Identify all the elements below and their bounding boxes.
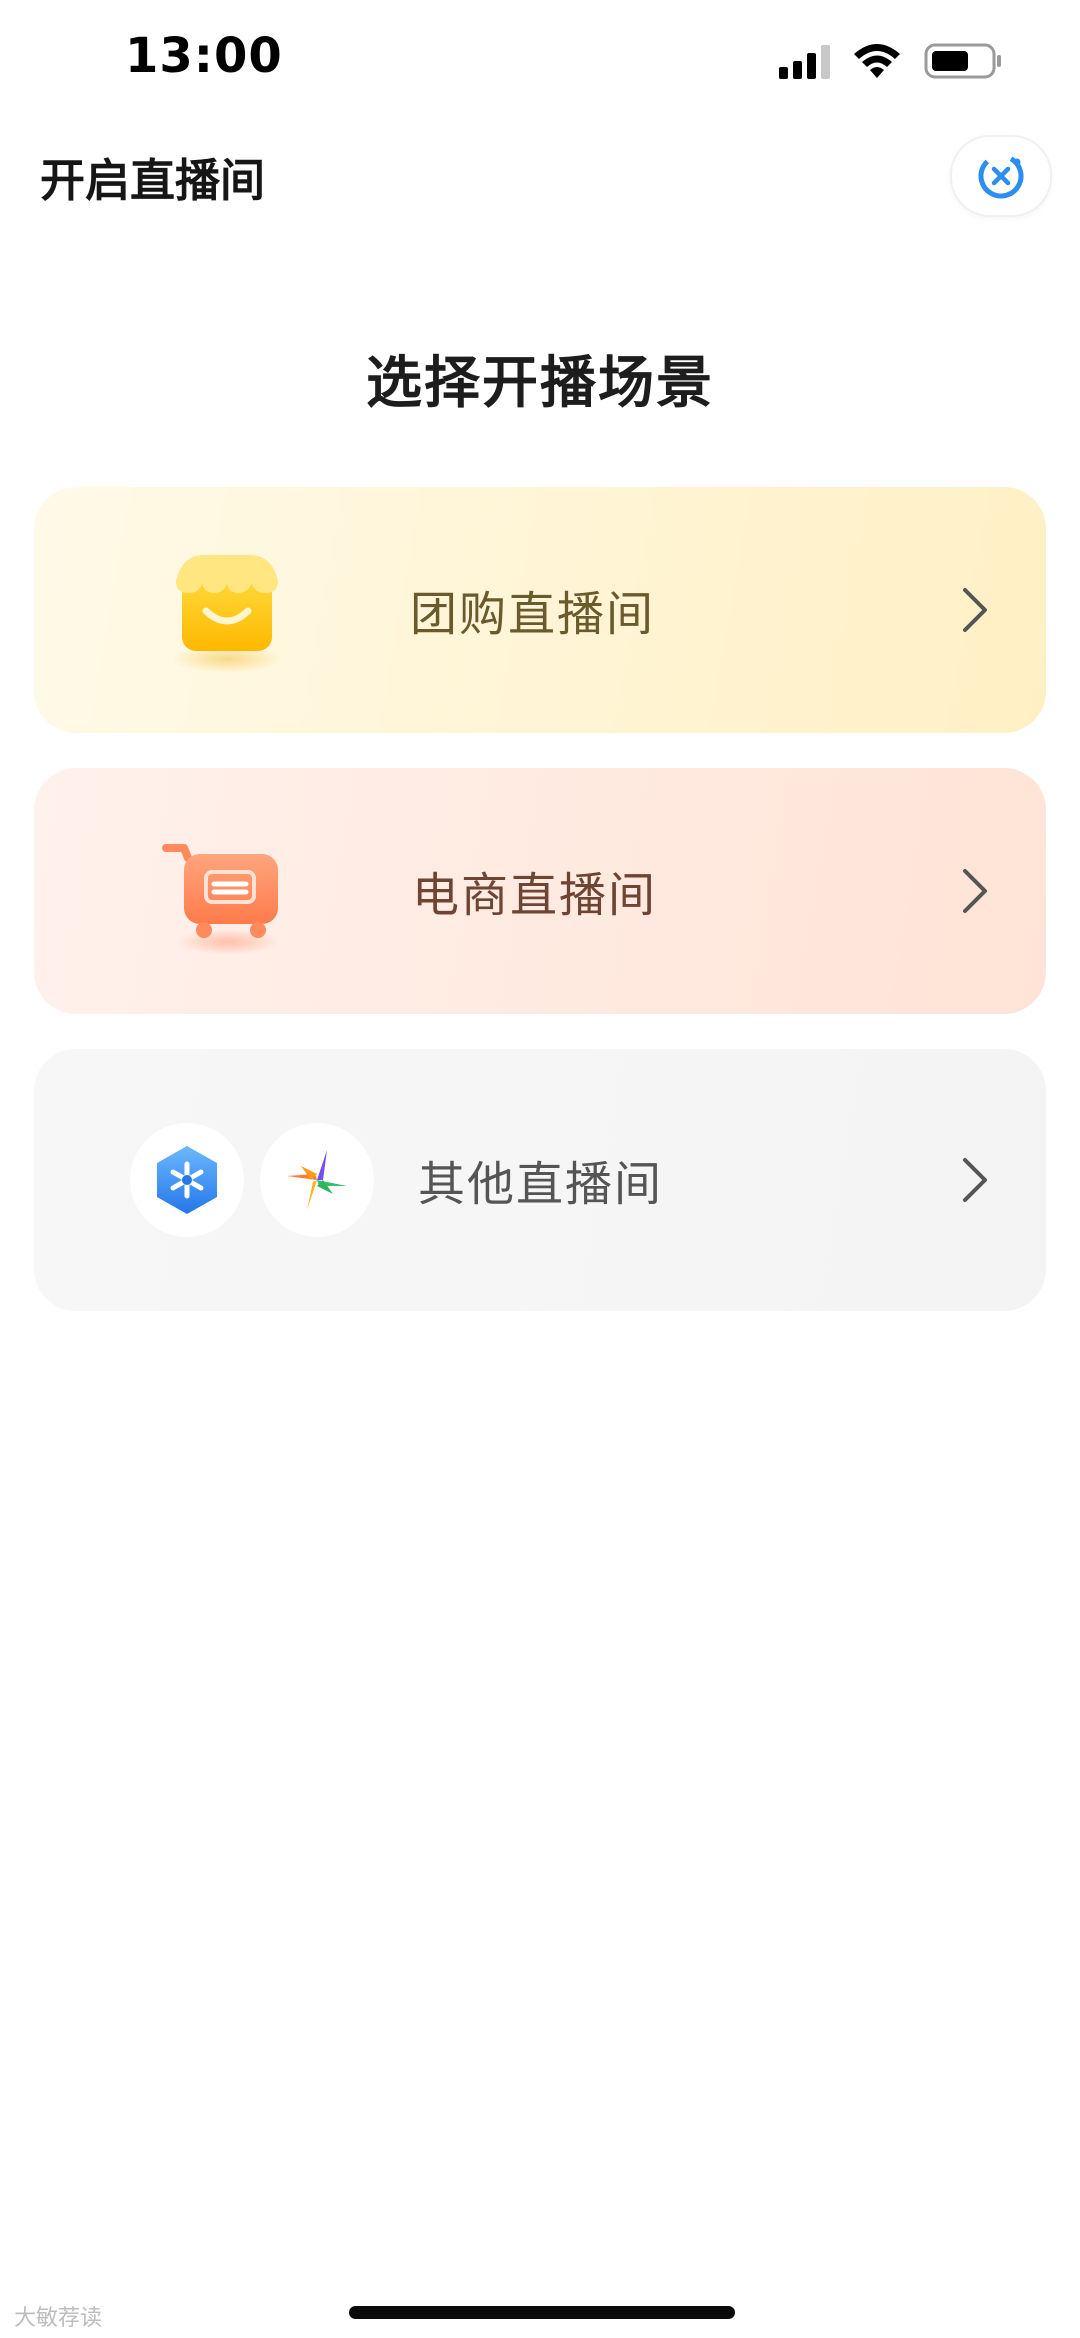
wifi-icon xyxy=(854,44,900,78)
close-circle-icon xyxy=(978,153,1024,199)
pinwheel-app-badge xyxy=(260,1123,374,1237)
signal-icon xyxy=(779,43,830,79)
chevron-right-icon xyxy=(963,588,987,632)
card-ecommerce-label: 电商直播间 xyxy=(412,868,657,924)
chevron-right-icon xyxy=(963,869,987,913)
shopping-cart-icon xyxy=(162,844,280,955)
section-heading: 选择开播场景 xyxy=(366,351,714,416)
chevron-right-icon xyxy=(963,1158,987,1202)
close-button[interactable] xyxy=(950,135,1052,217)
header: 开启直播间 xyxy=(0,130,1080,230)
status-time: 13:00 xyxy=(125,28,283,84)
card-groupbuy-label: 团购直播间 xyxy=(410,587,655,643)
watermark: 大敏荐读 xyxy=(14,2306,103,2331)
status-icons xyxy=(779,42,1004,80)
card-other-label: 其他直播间 xyxy=(418,1157,663,1213)
screen: 13:00 开启直播间 选择开播场景 团购直播间 电商直播间 其他直播间 大敏荐… xyxy=(0,0,1080,2338)
battery-icon xyxy=(924,43,1001,79)
snowflake-app-badge xyxy=(130,1123,244,1237)
store-icon xyxy=(172,555,282,673)
card-other-live[interactable]: 其他直播间 xyxy=(34,1049,1046,1311)
pinwheel-app-icon xyxy=(287,1150,347,1210)
status-bar: 13:00 xyxy=(0,0,1080,130)
card-ecommerce-live[interactable]: 电商直播间 xyxy=(34,768,1046,1014)
card-groupbuy-live[interactable]: 团购直播间 xyxy=(34,487,1046,733)
page-title: 开启直播间 xyxy=(40,154,266,207)
home-indicator[interactable] xyxy=(349,2306,735,2319)
snowflake-app-icon xyxy=(157,1146,217,1214)
